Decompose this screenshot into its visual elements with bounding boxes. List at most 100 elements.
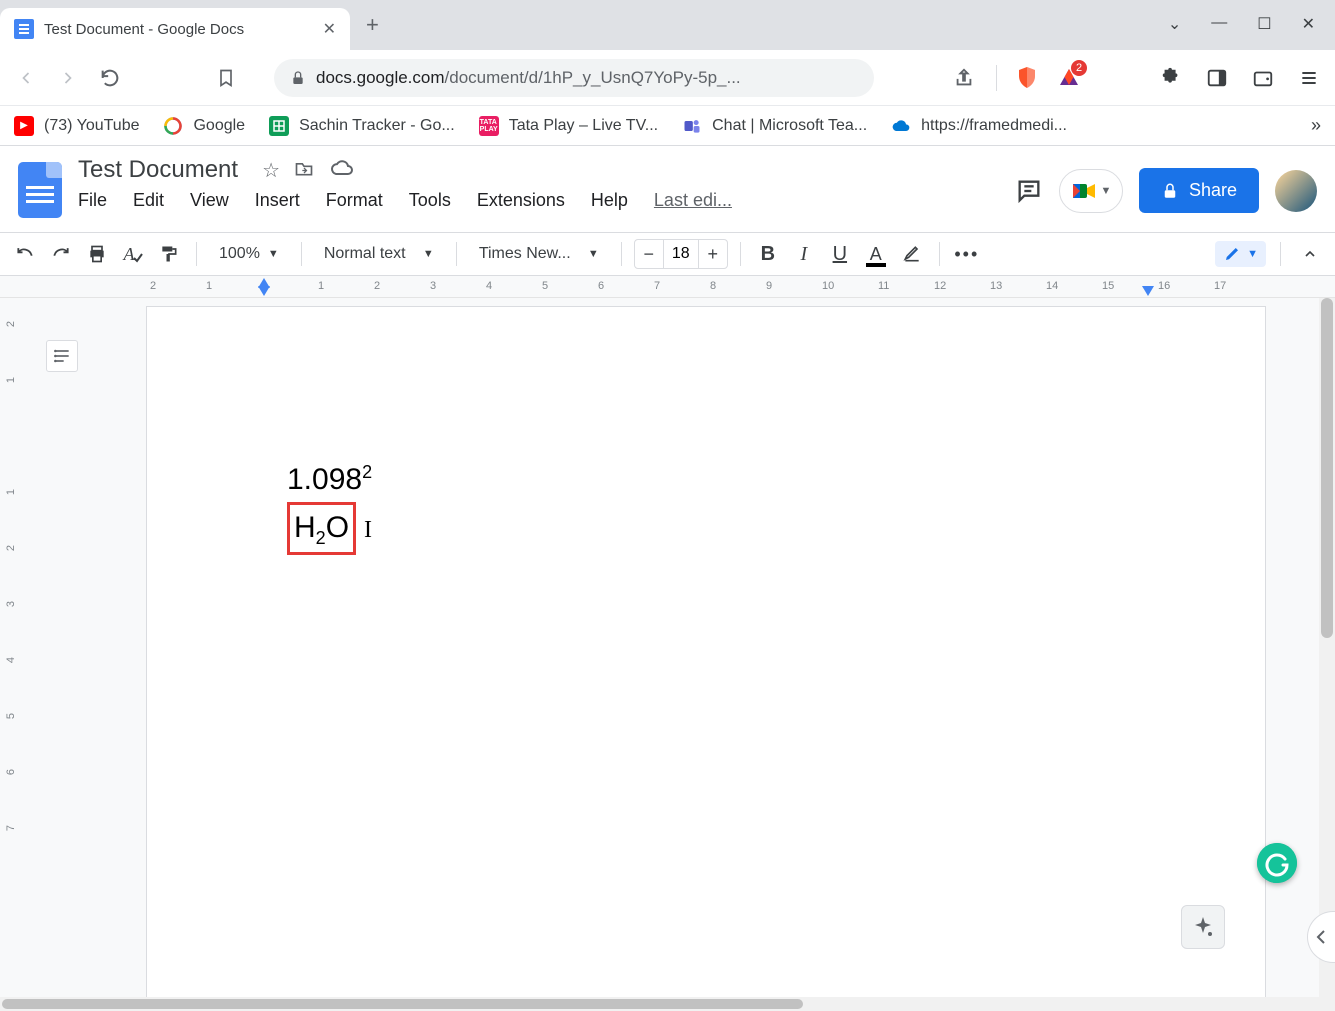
user-avatar[interactable] [1275, 170, 1317, 212]
increase-font-button[interactable]: + [699, 240, 727, 268]
italic-button[interactable]: I [789, 239, 819, 269]
dropdown-icon: ▼ [1101, 185, 1112, 197]
bookmark-onedrive[interactable]: https://framedmedi... [891, 116, 1067, 136]
close-tab-icon[interactable]: ✕ [323, 19, 336, 39]
back-button[interactable] [12, 64, 40, 92]
menu-insert[interactable]: Insert [255, 190, 300, 211]
font-size-control: − + [634, 239, 728, 269]
bookmark-icon[interactable] [212, 64, 240, 92]
document-line-1[interactable]: 1.0982 [287, 457, 1125, 502]
font-size-input[interactable] [663, 240, 699, 268]
menu-tools[interactable]: Tools [409, 190, 451, 211]
outline-button[interactable] [46, 340, 78, 372]
selection-highlight: H2O [287, 502, 356, 555]
left-indent[interactable] [258, 286, 270, 296]
bookmark-label: Sachin Tracker - Go... [299, 117, 455, 135]
comments-icon[interactable] [1015, 177, 1043, 205]
wallet-icon[interactable] [1249, 64, 1277, 92]
docs-toolbar: A 100%▼ Normal text▼ Times New...▼ − + B… [0, 232, 1335, 276]
chevron-down-icon[interactable]: ⌄ [1168, 14, 1181, 34]
bookmark-label: Google [193, 117, 245, 135]
share-label: Share [1189, 180, 1237, 201]
menu-help[interactable]: Help [591, 190, 628, 211]
editing-mode-button[interactable]: ▼ [1215, 241, 1266, 267]
bookmark-teams[interactable]: Chat | Microsoft Tea... [682, 116, 867, 136]
vertical-ruler[interactable]: 211234567 [0, 298, 30, 1011]
cloud-status-icon[interactable] [330, 160, 354, 182]
star-icon[interactable]: ☆ [262, 160, 280, 182]
bookmark-sheets[interactable]: Sachin Tracker - Go... [269, 116, 455, 136]
url-text: docs.google.com/document/d/1hP_y_UsnQ7Yo… [316, 68, 741, 88]
right-indent[interactable] [1142, 286, 1154, 296]
docs-favicon [14, 19, 34, 39]
menu-format[interactable]: Format [326, 190, 383, 211]
meet-button[interactable]: ▼ [1059, 169, 1123, 213]
document-line-2[interactable]: H2O I [287, 502, 1125, 555]
menu-icon[interactable] [1295, 64, 1323, 92]
highlight-button[interactable] [897, 239, 927, 269]
bookmarks-overflow-icon[interactable]: » [1311, 115, 1321, 136]
menu-view[interactable]: View [190, 190, 229, 211]
lock-icon [290, 70, 306, 86]
side-panel-toggle[interactable] [1307, 911, 1335, 963]
maximize-icon[interactable]: ☐ [1257, 14, 1271, 34]
redo-button[interactable] [46, 239, 76, 269]
more-tools-button[interactable]: ••• [952, 239, 982, 269]
brave-rewards-icon[interactable]: 2 [1057, 66, 1081, 90]
horizontal-scrollbar[interactable] [0, 997, 1335, 1011]
share-button[interactable]: Share [1139, 168, 1259, 213]
browser-tab[interactable]: Test Document - Google Docs ✕ [0, 8, 350, 50]
minimize-icon[interactable]: ― [1211, 14, 1227, 34]
reload-button[interactable] [96, 64, 124, 92]
forward-button[interactable] [54, 64, 82, 92]
zoom-select[interactable]: 100%▼ [209, 245, 289, 263]
tata-icon: TATAPLAY [479, 116, 499, 136]
bookmark-label: Tata Play – Live TV... [509, 117, 658, 135]
bookmark-google[interactable]: Google [163, 116, 245, 136]
sheets-icon [269, 116, 289, 136]
underline-button[interactable]: U [825, 239, 855, 269]
document-title[interactable]: Test Document [78, 156, 238, 184]
menu-file[interactable]: File [78, 190, 107, 211]
bookmark-label: https://framedmedi... [921, 117, 1067, 135]
text-cursor: I [364, 512, 372, 548]
extensions-icon[interactable] [1157, 64, 1185, 92]
spellcheck-button[interactable]: A [118, 239, 148, 269]
docs-logo-icon[interactable] [18, 162, 62, 218]
brave-shield-icon[interactable] [1015, 66, 1039, 90]
collapse-toolbar-button[interactable] [1295, 239, 1325, 269]
paint-format-button[interactable] [154, 239, 184, 269]
share-url-icon[interactable] [950, 64, 978, 92]
bookmark-tataplay[interactable]: TATAPLAY Tata Play – Live TV... [479, 116, 658, 136]
bold-button[interactable]: B [753, 239, 783, 269]
bookmark-label: (73) YouTube [44, 117, 139, 135]
new-tab-button[interactable]: + [366, 12, 379, 38]
google-icon [163, 116, 183, 136]
sidepanel-icon[interactable] [1203, 64, 1231, 92]
move-icon[interactable] [294, 160, 320, 182]
decrease-font-button[interactable]: − [635, 240, 663, 268]
docs-header: Test Document ☆ File Edit View Insert Fo… [0, 146, 1335, 232]
docs-menu-bar: File Edit View Insert Format Tools Exten… [78, 190, 999, 211]
menu-edit[interactable]: Edit [133, 190, 164, 211]
menu-extensions[interactable]: Extensions [477, 190, 565, 211]
last-edit-link[interactable]: Last edi... [654, 190, 732, 211]
tab-title: Test Document - Google Docs [44, 21, 313, 38]
print-button[interactable] [82, 239, 112, 269]
text-color-button[interactable]: A [861, 239, 891, 269]
undo-button[interactable] [10, 239, 40, 269]
close-window-icon[interactable]: ✕ [1302, 14, 1315, 34]
cloud-icon [891, 116, 911, 136]
font-select[interactable]: Times New...▼ [469, 245, 609, 263]
horizontal-ruler[interactable]: 211234567891011121314151617 [0, 276, 1335, 298]
grammarly-fab[interactable] [1257, 843, 1297, 883]
browser-nav-bar: docs.google.com/document/d/1hP_y_UsnQ7Yo… [0, 50, 1335, 106]
document-page[interactable]: 1.0982 H2O I [146, 306, 1266, 1011]
url-bar[interactable]: docs.google.com/document/d/1hP_y_UsnQ7Yo… [274, 59, 874, 97]
bookmark-youtube[interactable]: ▶ (73) YouTube [14, 116, 139, 136]
bookmarks-bar: ▶ (73) YouTube Google Sachin Tracker - G… [0, 106, 1335, 146]
vertical-scrollbar[interactable] [1319, 298, 1335, 1011]
style-select[interactable]: Normal text▼ [314, 245, 444, 263]
bookmark-label: Chat | Microsoft Tea... [712, 117, 867, 135]
explore-button[interactable] [1181, 905, 1225, 949]
